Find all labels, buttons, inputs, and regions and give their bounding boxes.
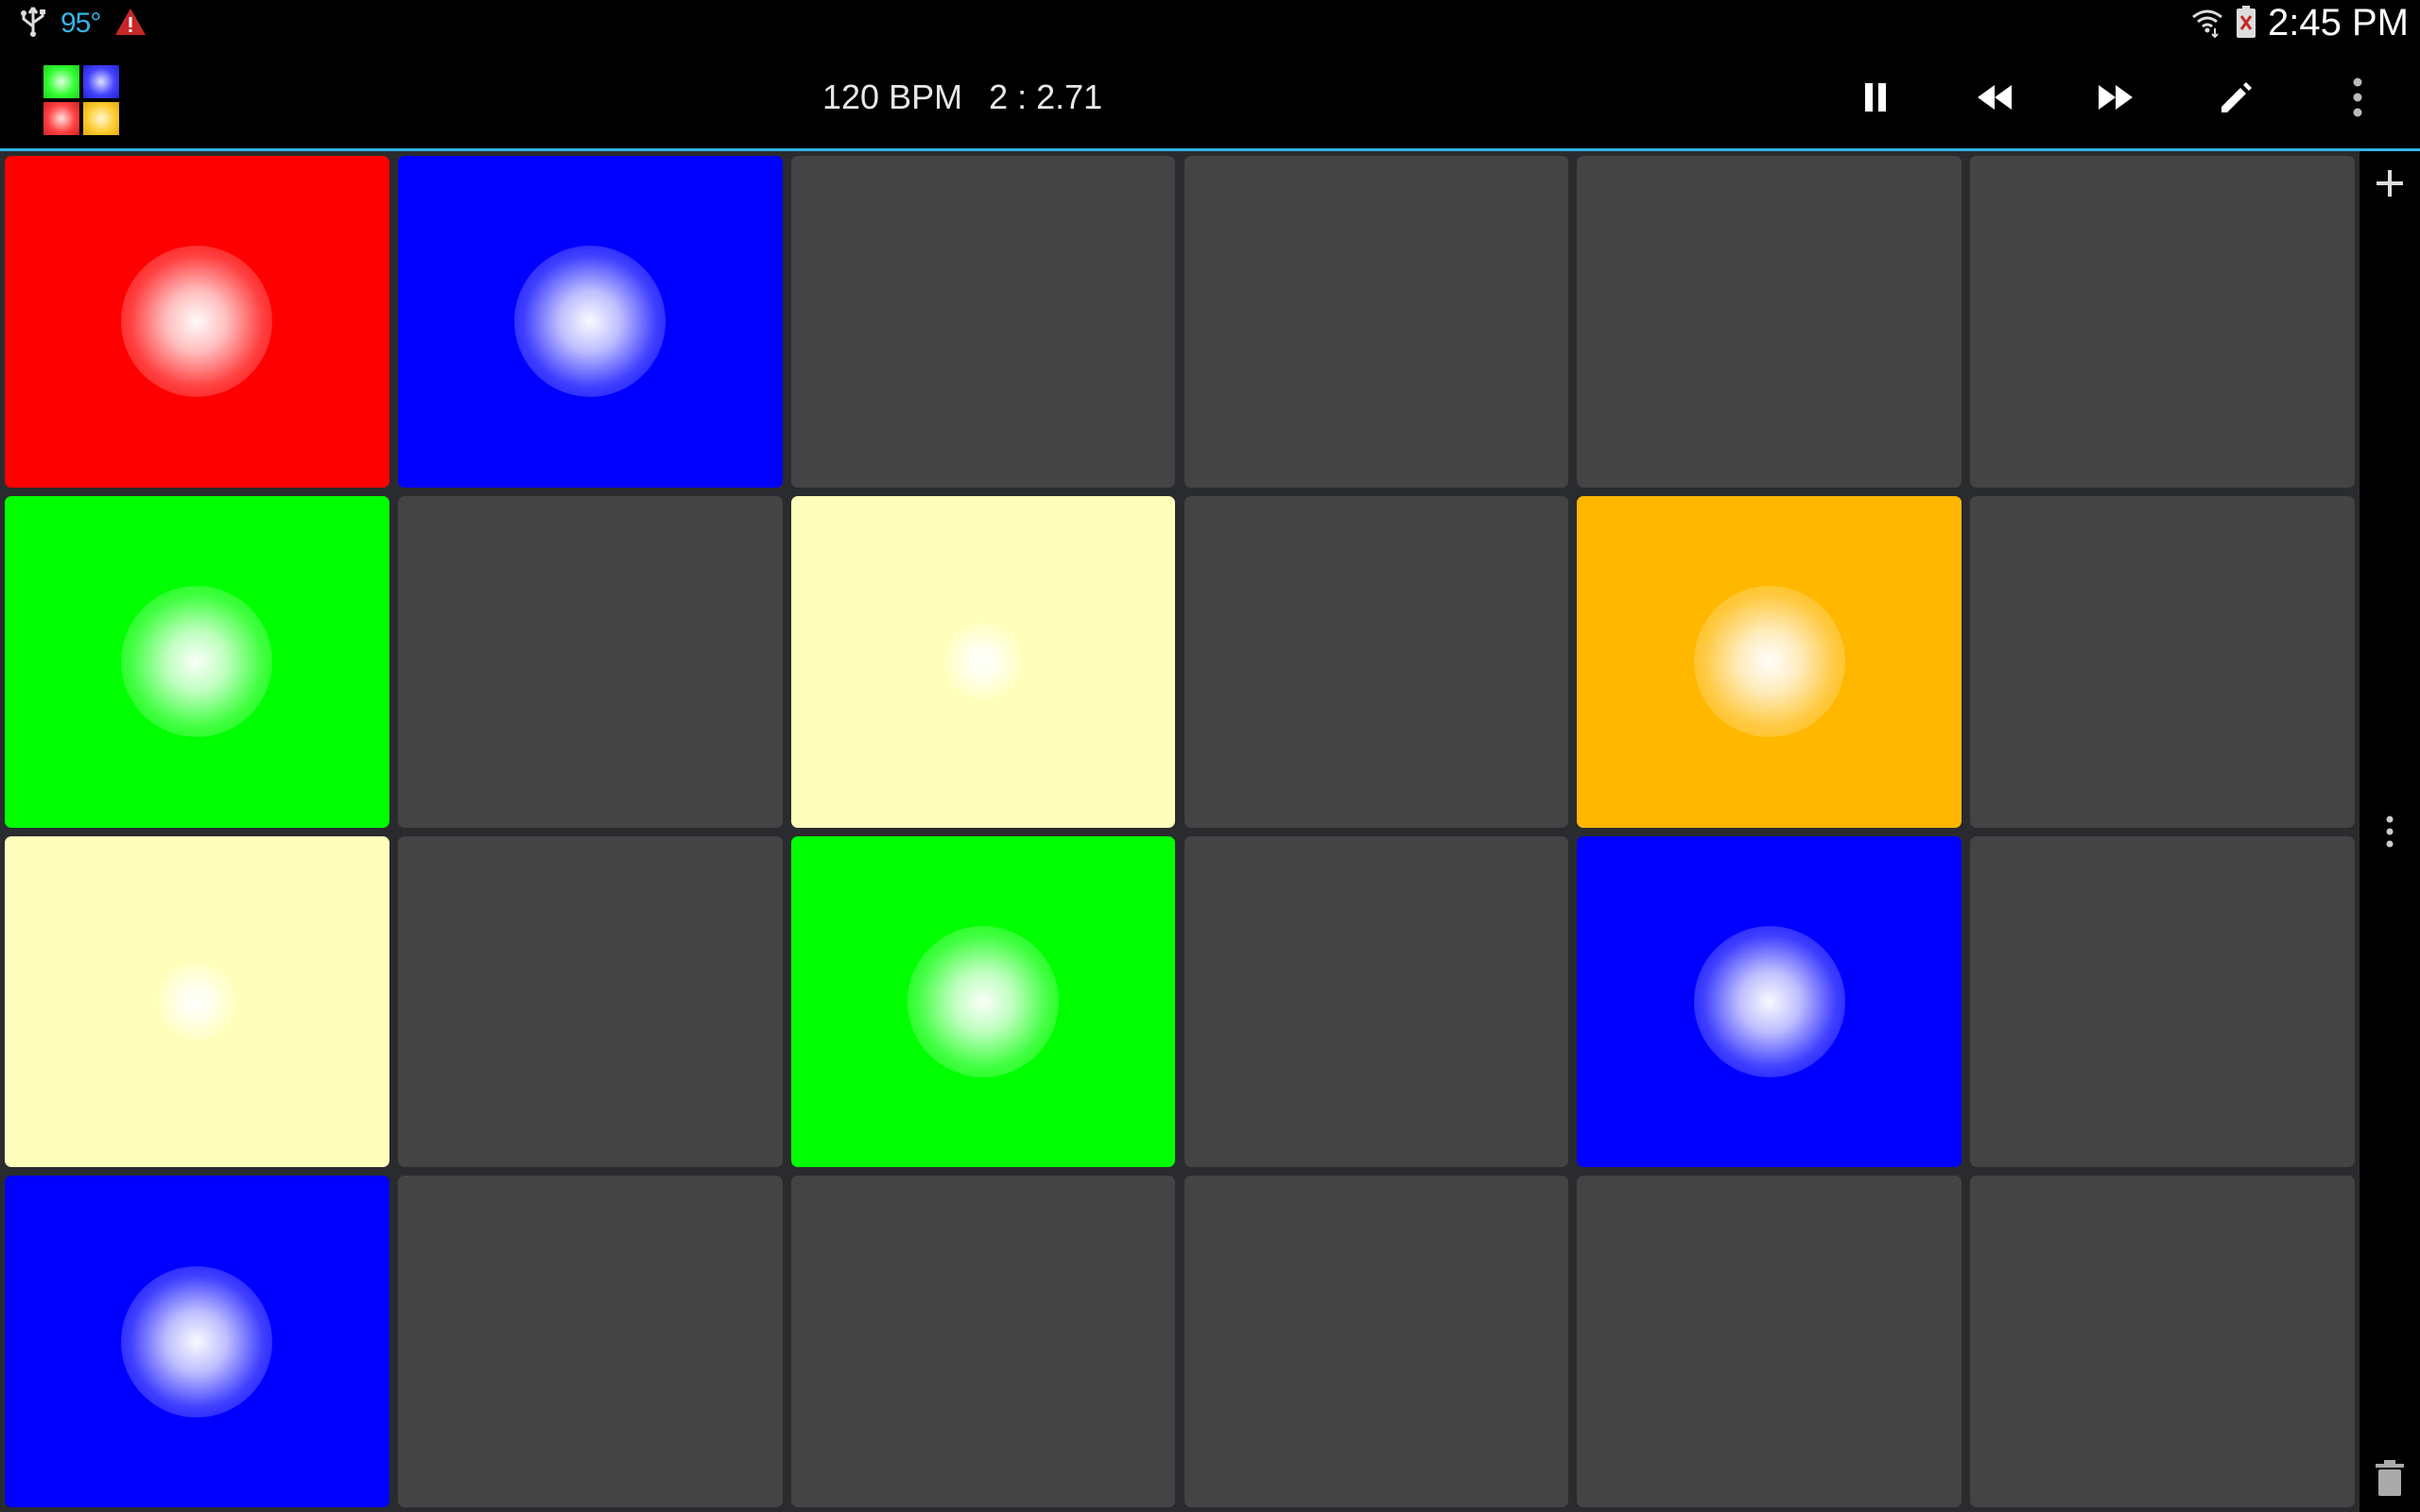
overflow-menu-button[interactable] (2310, 46, 2405, 148)
pad-empty[interactable] (1970, 495, 2355, 828)
pad-active[interactable] (5, 1176, 389, 1507)
pause-icon (1865, 83, 1886, 112)
side-panel (2360, 151, 2420, 1512)
warning-icon (113, 7, 147, 41)
pad-empty[interactable] (1577, 1176, 1962, 1507)
clock: 2:45 PM (2268, 2, 2409, 43)
vertical-dots-icon (2386, 816, 2394, 848)
pad-glow (121, 586, 273, 738)
pad-glow (908, 925, 1060, 1077)
app-logo[interactable] (43, 65, 123, 135)
pad-active[interactable] (1577, 835, 1962, 1168)
pad-empty[interactable] (397, 1176, 783, 1507)
pad-empty[interactable] (1970, 835, 2355, 1168)
add-button[interactable] (2360, 153, 2420, 214)
side-menu-button[interactable] (2360, 801, 2420, 862)
bpm-label: 120 BPM (822, 77, 963, 116)
pad-glow (945, 624, 1022, 700)
rewind-button[interactable] (1947, 46, 2042, 148)
pad-empty[interactable] (1970, 156, 2355, 488)
edit-pencil-icon (2221, 82, 2252, 112)
transport-info: 120 BPM 2 : 2.71 (822, 46, 1102, 148)
pad-empty[interactable] (1184, 1176, 1569, 1507)
delete-button[interactable] (2360, 1448, 2420, 1508)
logo-quadrant-green (43, 65, 79, 98)
status-right: 2:45 PM (2190, 0, 2409, 46)
pad-empty[interactable] (1184, 835, 1569, 1168)
pad-glow (121, 246, 273, 398)
action-bar: 120 BPM 2 : 2.71 (0, 46, 2420, 151)
pad-glow (121, 1265, 273, 1418)
wifi-icon (2190, 6, 2224, 42)
pad-active[interactable] (5, 835, 389, 1168)
pad-empty[interactable] (1184, 495, 1569, 828)
pad-grid (0, 151, 2360, 1512)
pad-empty[interactable] (1577, 156, 1962, 488)
pad-active[interactable] (1577, 495, 1962, 828)
pad-glow (159, 963, 235, 1040)
trash-icon (2376, 1460, 2404, 1496)
pause-button[interactable] (1828, 46, 1923, 148)
pad-empty[interactable] (397, 835, 783, 1168)
position-label: 2 : 2.71 (989, 77, 1103, 116)
logo-quadrant-red (43, 102, 79, 135)
pad-glow (1693, 925, 1845, 1077)
overflow-menu-icon (2353, 77, 2362, 117)
temperature-label: 95° (60, 7, 101, 39)
status-bar: 95° 2:45 PM (0, 0, 2420, 46)
rewind-icon (1978, 85, 2012, 110)
add-icon (2377, 170, 2403, 197)
pad-empty[interactable] (397, 495, 783, 828)
pad-active[interactable] (790, 495, 1176, 828)
pad-active[interactable] (790, 835, 1176, 1168)
pad-glow (1693, 586, 1845, 738)
pad-empty[interactable] (1184, 156, 1569, 488)
pad-active[interactable] (5, 495, 389, 828)
usb-icon (19, 6, 47, 42)
edit-button[interactable] (2189, 46, 2284, 148)
pad-active[interactable] (5, 156, 389, 488)
logo-quadrant-blue (83, 65, 119, 98)
pad-empty[interactable] (790, 1176, 1176, 1507)
pad-empty[interactable] (1970, 1176, 2355, 1507)
pad-glow (514, 246, 666, 398)
pad-active[interactable] (397, 156, 783, 488)
battery-icon (2236, 5, 2256, 43)
status-left: 95° (19, 0, 147, 46)
pad-empty[interactable] (790, 156, 1176, 488)
fast-forward-button[interactable] (2068, 46, 2163, 148)
logo-quadrant-yellow (83, 102, 119, 135)
fast-forward-icon (2099, 85, 2133, 110)
